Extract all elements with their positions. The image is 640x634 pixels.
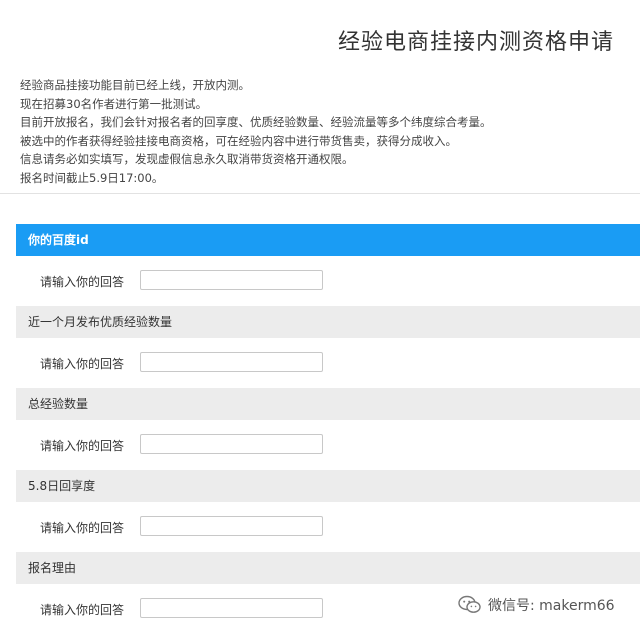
answer-row: 请输入你的回答 <box>16 502 640 552</box>
question-title-reason: 报名理由 <box>16 552 640 584</box>
application-form: 你的百度id 请输入你的回答 近一个月发布优质经验数量 请输入你的回答 总经验数… <box>16 224 640 634</box>
answer-row: 请输入你的回答 <box>16 338 640 388</box>
question-title-baidu-id: 你的百度id <box>16 224 640 256</box>
intro-line: 现在招募30名作者进行第一批测试。 <box>20 96 208 111</box>
monthly-quality-count-input[interactable] <box>140 352 323 372</box>
answer-label: 请输入你的回答 <box>40 275 125 289</box>
intro-text: 经验商品挂接功能目前已经上线，开放内测。 现在招募30名作者进行第一批测试。 目… <box>20 76 492 188</box>
question-title-total-count: 总经验数量 <box>16 388 640 420</box>
intro-line: 被选中的作者获得经验挂接电商资格，可在经验内容中进行带货售卖，获得分成收入。 <box>20 133 457 148</box>
share-rate-input[interactable] <box>140 516 323 536</box>
intro-line: 目前开放报名，我们会针对报名者的回享度、优质经验数量、经验流量等多个纬度综合考量… <box>20 115 492 130</box>
watermark-text: 微信号: makerm66 <box>488 598 615 614</box>
reason-input[interactable] <box>140 598 323 618</box>
intro-line: 信息请务必如实填写，发现虚假信息永久取消带货资格开通权限。 <box>20 152 354 167</box>
page-title: 经验电商挂接内测资格申请 <box>337 30 614 55</box>
baidu-id-input[interactable] <box>140 270 323 290</box>
answer-label: 请输入你的回答 <box>40 439 125 453</box>
intro-line: 报名时间截止5.9日17:00。 <box>20 170 164 185</box>
intro-line: 经验商品挂接功能目前已经上线，开放内测。 <box>20 78 250 92</box>
answer-row: 请输入你的回答 <box>16 256 640 306</box>
answer-label: 请输入你的回答 <box>40 603 125 617</box>
answer-label: 请输入你的回答 <box>40 521 125 535</box>
answer-row: 请输入你的回答 <box>16 420 640 470</box>
answer-label: 请输入你的回答 <box>40 357 125 371</box>
total-count-input[interactable] <box>140 434 323 454</box>
wechat-icon <box>458 595 481 613</box>
form-header: 经验电商挂接内测资格申请 经验商品挂接功能目前已经上线，开放内测。 现在招募30… <box>0 0 640 194</box>
question-title-share-rate: 5.8日回享度 <box>16 470 640 502</box>
question-title-monthly-quality-count: 近一个月发布优质经验数量 <box>16 306 640 338</box>
wechat-watermark: 微信号: makerm66 <box>458 593 615 617</box>
